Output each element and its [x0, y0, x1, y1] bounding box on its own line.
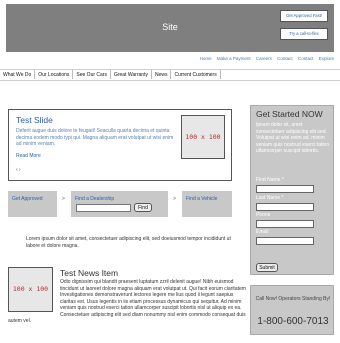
phone-number[interactable]: 1-800-600-7013	[251, 316, 335, 327]
step-arrow: >	[173, 196, 176, 202]
last-name-field[interactable]	[256, 203, 314, 211]
link-home[interactable]: Home	[200, 56, 212, 61]
last-name-label: Last Name *	[256, 195, 284, 201]
form-title: Get Started NOW	[256, 109, 323, 119]
nav-what-we-do[interactable]: What We Do	[0, 70, 36, 79]
nav-current-customers[interactable]: Current Customers	[171, 70, 221, 79]
form-description: Ipsum dolor sit, amet consectetuer adipi…	[256, 122, 330, 154]
find-button[interactable]: Find	[134, 203, 152, 212]
slide-image-placeholder: 100 x 100	[181, 115, 225, 159]
call-box: Call Now! Operators Standing By! 1-800-6…	[250, 285, 334, 335]
slide-text: Deferit augue duis dolore te feugait! Se…	[16, 128, 174, 147]
news-title: Test News Item	[60, 268, 119, 278]
link-contact[interactable]: Contact	[277, 56, 293, 61]
phone-label: Phone	[256, 212, 271, 218]
nav-our-locations[interactable]: Our Locations	[35, 70, 74, 79]
email-label: Email	[256, 229, 269, 235]
step-get-approved[interactable]: Get Approved	[8, 191, 57, 217]
phone-field[interactable]	[256, 220, 314, 228]
step-arrow: >	[62, 196, 65, 202]
step-find-dealership-label: Find a Dealership	[75, 196, 115, 202]
step-find-dealership: Find a Dealership Find	[71, 191, 168, 217]
nav-see-our-cars[interactable]: See Our Cars	[73, 70, 111, 79]
step-find-vehicle[interactable]: Find a Vehicle	[182, 191, 232, 217]
utility-links: Home Make a Payment Careers Contact Cont…	[196, 56, 334, 61]
call-text: Call Now! Operators Standing By!	[255, 296, 331, 302]
get-started-form: Get Started NOW Ipsum dolor sit, amet co…	[250, 105, 334, 275]
nav-great-warranty[interactable]: Great Warranty	[111, 70, 152, 79]
steps-bar: Get Approved > Find a Dealership Find > …	[8, 191, 232, 217]
first-name-field[interactable]	[256, 185, 314, 193]
get-approved-button[interactable]: Get Approved Fast!	[280, 10, 328, 22]
link-make-payment[interactable]: Make a Payment	[217, 56, 251, 61]
read-more-link[interactable]: Read More	[16, 153, 41, 159]
link-careers[interactable]: Careers	[256, 56, 272, 61]
nav-news[interactable]: News	[152, 70, 172, 79]
intro-text: Lorem ipsum dolor sit amet, consectetuer…	[26, 236, 231, 249]
email-field[interactable]	[256, 237, 314, 245]
link-explore[interactable]: Explore	[319, 56, 334, 61]
news-text: Odio dignissim qui blandit praesent lupt…	[8, 279, 247, 325]
link-contact-2[interactable]: Contact	[298, 56, 314, 61]
call-to-action-button[interactable]: Try a call-to-flex	[280, 28, 328, 40]
site-header: Site Get Approved Fast! Try a call-to-fl…	[6, 4, 334, 52]
slide-arrows[interactable]: ‹ ›	[16, 167, 21, 173]
first-name-label: First Name *	[256, 177, 284, 183]
slide-title: Test Slide	[16, 115, 53, 125]
main-nav: What We Do Our Locations See Our Cars Great…	[0, 69, 340, 81]
submit-button[interactable]: Submit	[256, 263, 278, 272]
dealership-search-input[interactable]	[76, 204, 131, 212]
slideshow: Test Slide Deferit augue duis dolore te …	[8, 109, 232, 181]
